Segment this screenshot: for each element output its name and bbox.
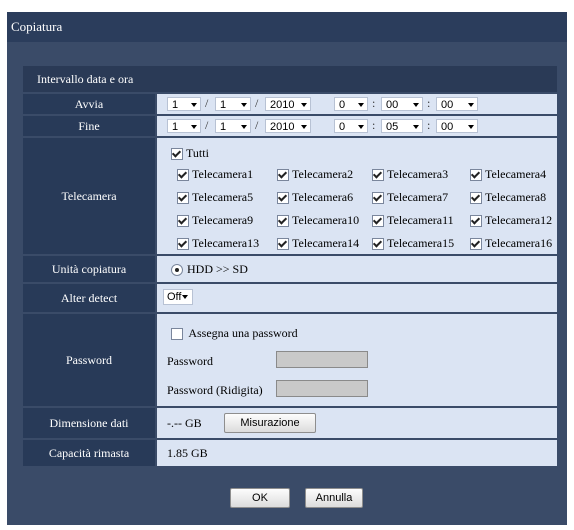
start-time-sep-2: :: [427, 96, 431, 110]
measure-button[interactable]: Misurazione: [224, 413, 316, 433]
data-size-label: Dimensione dati: [23, 408, 155, 438]
checkbox-icon: [372, 215, 384, 228]
end-day-select[interactable]: 1: [215, 119, 251, 133]
camera-checkbox-2[interactable]: Telecamera2: [277, 167, 353, 182]
checkbox-icon: [470, 215, 482, 228]
end-date-sep-1: /: [205, 118, 209, 132]
end-minute-select[interactable]: 05: [381, 119, 423, 133]
checkbox-icon: [177, 169, 189, 182]
start-day-select[interactable]: 1: [215, 97, 251, 111]
remaining-value: 1.85 GB: [167, 446, 208, 460]
assign-password-checkbox[interactable]: Assegna una password: [171, 326, 298, 341]
checkbox-icon: [372, 238, 384, 251]
password-confirm-field[interactable]: [276, 380, 368, 397]
end-value-cell: 1 / 1 / 2010 0 : 05 : 00: [157, 116, 557, 136]
camera-checkbox-9[interactable]: Telecamera9: [177, 213, 253, 228]
password-value-cell: Assegna una password Password Password (…: [157, 314, 557, 406]
checkbox-icon: [470, 192, 482, 205]
end-hour-select[interactable]: 0: [334, 119, 368, 133]
dialog-title: Copiatura: [11, 19, 63, 34]
remaining-label: Capacità rimasta: [23, 440, 155, 466]
password-row: Password Assegna una password Password P…: [23, 314, 557, 406]
camera-checkbox-11[interactable]: Telecamera11: [372, 213, 454, 228]
camera-checkbox-4[interactable]: Telecamera4: [470, 167, 546, 182]
alter-detect-value-cell: Off: [157, 284, 557, 312]
checkbox-icon: [372, 169, 384, 182]
camera-checkbox-7[interactable]: Telecamera7: [372, 190, 448, 205]
alter-detect-row: Alter detect Off: [23, 284, 557, 312]
checkbox-icon: [177, 192, 189, 205]
camera-checkbox-10[interactable]: Telecamera10: [277, 213, 359, 228]
radio-selected-icon: [171, 264, 183, 277]
camera-label: Telecamera: [23, 138, 155, 254]
chevron-down-icon: [182, 295, 188, 299]
start-time-sep-1: :: [372, 96, 376, 110]
checkbox-icon: [171, 148, 183, 161]
start-year-select[interactable]: 2010: [265, 97, 311, 111]
password-confirm-label: Password (Ridigita): [167, 383, 263, 397]
section-header: Intervallo data e ora: [23, 66, 557, 92]
start-date-sep-2: /: [255, 96, 259, 110]
data-size-value-cell: -.-- GB Misurazione: [157, 408, 557, 438]
password-label: Password: [23, 314, 155, 406]
ok-button[interactable]: OK: [230, 488, 290, 508]
section-title: Intervallo data e ora: [37, 72, 134, 86]
password-field[interactable]: [276, 351, 368, 368]
alter-detect-select[interactable]: Off: [163, 289, 193, 305]
end-month-select[interactable]: 1: [167, 119, 201, 133]
camera-checkbox-12[interactable]: Telecamera12: [470, 213, 552, 228]
camera-checkbox-8[interactable]: Telecamera8: [470, 190, 546, 205]
end-second-select[interactable]: 00: [436, 119, 478, 133]
start-month-select[interactable]: 1: [167, 97, 201, 111]
end-label: Fine: [23, 116, 155, 136]
remaining-value-cell: 1.85 GB: [157, 440, 557, 466]
alter-detect-label: Alter detect: [23, 284, 155, 312]
start-label: Avvia: [23, 94, 155, 114]
checkbox-icon: [470, 238, 482, 251]
checkbox-icon: [277, 215, 289, 228]
copy-unit-radio[interactable]: HDD >> SD: [171, 262, 248, 277]
checkbox-icon: [277, 238, 289, 251]
camera-checkbox-6[interactable]: Telecamera6: [277, 190, 353, 205]
start-second-select[interactable]: 00: [436, 97, 478, 111]
end-year-select[interactable]: 2010: [265, 119, 311, 133]
remaining-row: Capacità rimasta 1.85 GB: [23, 440, 557, 466]
password-field-label: Password: [167, 354, 214, 368]
copy-unit-label: Unità copiatura: [23, 256, 155, 282]
camera-checkbox-16[interactable]: Telecamera16: [470, 236, 552, 251]
data-size-value: -.-- GB: [167, 416, 202, 430]
start-value-cell: 1 / 1 / 2010 0 : 00 : 00: [157, 94, 557, 114]
copy-dialog: Copiatura Intervallo data e ora Avvia 1 …: [0, 0, 574, 530]
checkbox-icon: [177, 215, 189, 228]
checkbox-icon: [277, 169, 289, 182]
camera-checkbox-1[interactable]: Telecamera1: [177, 167, 253, 182]
camera-checkbox-13[interactable]: Telecamera13: [177, 236, 259, 251]
start-row: Avvia 1 / 1 / 2010 0 : 00 : 00: [23, 94, 557, 114]
copy-unit-value-cell: HDD >> SD: [157, 256, 557, 282]
checkbox-icon: [171, 328, 183, 341]
camera-all-checkbox[interactable]: Tutti: [171, 146, 209, 161]
camera-checkbox-3[interactable]: Telecamera3: [372, 167, 448, 182]
checkbox-icon: [277, 192, 289, 205]
end-time-sep-1: :: [372, 118, 376, 132]
title-bar: Copiatura: [7, 12, 567, 42]
camera-checkbox-15[interactable]: Telecamera15: [372, 236, 454, 251]
checkbox-icon: [470, 169, 482, 182]
camera-checkbox-14[interactable]: Telecamera14: [277, 236, 359, 251]
checkbox-icon: [372, 192, 384, 205]
camera-checkbox-5[interactable]: Telecamera5: [177, 190, 253, 205]
checkbox-icon: [177, 238, 189, 251]
end-time-sep-2: :: [427, 118, 431, 132]
copy-unit-row: Unità copiatura HDD >> SD: [23, 256, 557, 282]
camera-row: Telecamera Tutti Telecamera1 Telecamera2 T…: [23, 138, 557, 254]
start-hour-select[interactable]: 0: [334, 97, 368, 111]
end-row: Fine 1 / 1 / 2010 0 : 05 : 00: [23, 116, 557, 136]
data-size-row: Dimensione dati -.-- GB Misurazione: [23, 408, 557, 438]
start-minute-select[interactable]: 00: [381, 97, 423, 111]
start-date-sep-1: /: [205, 96, 209, 110]
cancel-button[interactable]: Annulla: [305, 488, 363, 508]
end-date-sep-2: /: [255, 118, 259, 132]
camera-value-cell: Tutti Telecamera1 Telecamera2 Telecamera3 T…: [157, 138, 557, 254]
